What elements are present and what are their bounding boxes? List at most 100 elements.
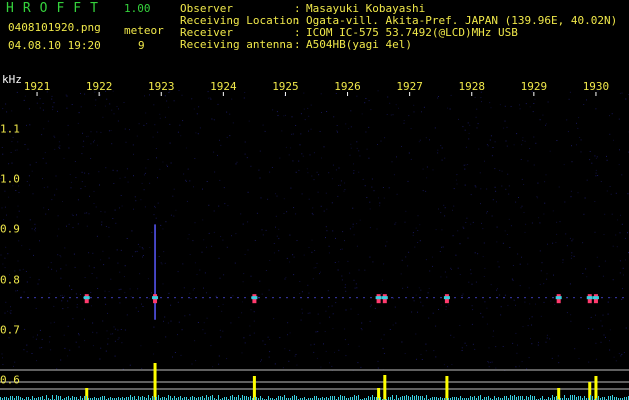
noise-bar [356,396,357,400]
carrier-trace [55,297,57,299]
carrier-trace [216,297,218,299]
carrier-trace [601,297,603,299]
noise-bar [168,395,169,400]
noise-bar [368,396,369,400]
noise-bar [260,396,261,400]
carrier-trace [524,297,526,299]
frequency-tick-label: 0.8 [0,273,20,287]
noise-bar [344,396,345,400]
carrier-trace [209,297,211,299]
noise-bar [42,396,43,400]
carrier-trace [111,297,113,299]
noise-bar [158,395,159,400]
noise-bar [392,395,393,400]
carrier-trace [531,297,533,299]
noise-bar [520,396,521,400]
noise-bar [592,396,593,400]
carrier-trace [412,297,414,299]
noise-bar [52,395,53,400]
noise-bar [570,395,571,400]
frequency-tick-label: 0.6 [0,373,20,387]
carrier-trace [62,297,64,299]
carrier-trace [272,297,274,299]
carrier-trace [321,297,323,299]
carrier-trace [552,297,554,299]
spectrogram [0,90,629,400]
carrier-trace [244,297,246,299]
noise-bar [504,396,505,400]
carrier-trace [363,297,365,299]
noise-bar [396,395,397,400]
noise-bar [518,396,519,400]
noise-bar [210,396,211,400]
noise-bar [60,396,61,400]
carrier-trace [510,297,512,299]
noise-bar [180,396,181,400]
noise-bar [460,396,461,400]
carrier-trace [328,297,330,299]
noise-bar [514,395,515,400]
meteor-echo-core [443,296,450,300]
carrier-trace [496,297,498,299]
carrier-trace [76,297,78,299]
noise-field [0,90,629,371]
noise-bar [406,395,407,400]
noise-bar [130,395,131,400]
carrier-trace [202,297,204,299]
noise-bar [102,396,103,400]
carrier-trace [174,297,176,299]
carrier-trace [517,297,519,299]
carrier-trace [230,297,232,299]
time-tick-label: 1929 [520,80,548,93]
noise-bar [230,396,231,400]
noise-bar [584,396,585,400]
noise-bar [580,396,581,400]
carrier-trace [132,297,134,299]
meteor-echo-core [555,296,562,300]
carrier-trace [580,297,582,299]
carrier-trace [146,297,148,299]
noise-bar [316,396,317,400]
carrier-trace [454,297,456,299]
time-tick-label: 1930 [582,80,610,93]
noise-bar [332,396,333,400]
noise-bar [612,395,613,400]
carrier-trace [615,297,617,299]
carrier-trace [139,297,141,299]
meteor-echo-core [586,296,593,300]
noise-bar [86,396,87,400]
noise-bar [342,396,343,400]
noise-bar [402,396,403,400]
noise-bar [478,396,479,400]
carrier-trace [167,297,169,299]
noise-bar [512,396,513,400]
carrier-trace [475,297,477,299]
noise-bar [284,395,285,400]
noise-bar [268,396,269,400]
noise-bar [542,396,543,400]
carrier-trace [622,297,624,299]
carrier-trace [20,297,22,299]
meteor-echo-core [152,296,159,300]
carrier-trace [181,297,183,299]
time-tick-label: 1924 [210,80,237,93]
noise-bar [244,396,245,400]
noise-bar [238,395,239,400]
noise-bar [530,395,531,400]
noise-bar [416,395,417,400]
time-tick-label: 1925 [272,80,299,93]
noise-bar [10,396,11,400]
carrier-trace [314,297,316,299]
noise-bar [12,396,13,400]
carrier-trace [279,297,281,299]
carrier-trace [48,297,50,299]
noise-bar [510,395,511,400]
noise-bar [218,395,219,400]
noise-bar [590,395,591,400]
noise-bar [16,396,17,400]
meteor-peak [383,375,387,400]
noise-bar [522,396,523,400]
meteor-echo-core [592,296,599,300]
noise-bar [532,396,533,400]
noise-bar [480,395,481,400]
